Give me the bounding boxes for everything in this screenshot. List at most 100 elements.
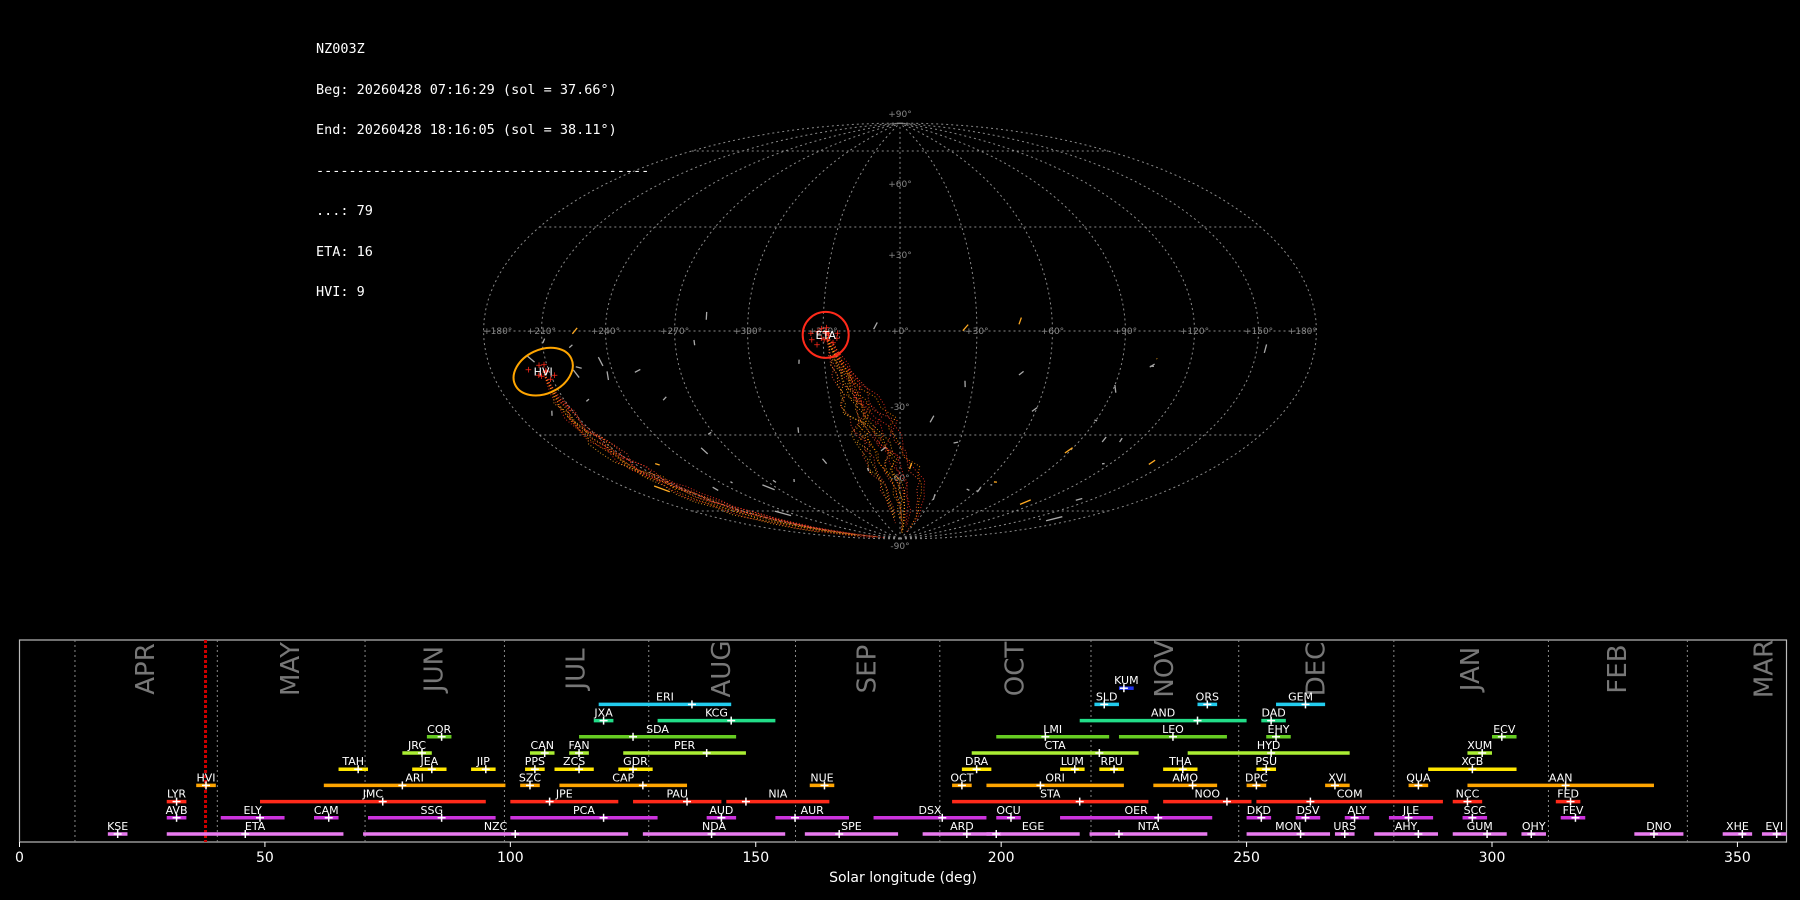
x-tick-label: 350 [1724,850,1751,866]
shower-label: GDR [623,755,648,768]
shower-label: KSE [107,820,128,833]
shower-label: DRA [965,755,989,768]
shower-label: GEM [1288,690,1313,703]
shower-label: XVI [1328,771,1346,784]
shower-label: PAU [666,788,688,801]
shower-label: SZC [519,771,542,784]
x-tick-label: 300 [1479,850,1506,866]
shower-label: AAN [1549,771,1573,784]
x-tick-label: 150 [742,850,769,866]
shower-label: AMO [1172,771,1198,784]
month-label: SEP [853,645,883,694]
shower-label: ARD [950,820,974,833]
shower-label: NDA [702,820,727,833]
shower-label: PPS [525,755,545,768]
shower-label: KUM [1114,674,1138,687]
shower-label: XCB [1461,755,1483,768]
shower-label: NOO [1195,788,1221,801]
shower-label: SSG [421,804,444,817]
shower-label: LMI [1043,723,1062,736]
shower-label: FEV [1563,804,1584,817]
shower-label: SDA [646,723,669,736]
shower-label: KCG [705,707,728,720]
shower-label: TAH [341,755,364,768]
shower-label: PER [674,739,696,752]
shower-label: DSX [918,804,941,817]
shower-label: EVI [1765,820,1783,833]
shower-label: OCT [950,771,973,784]
shower-label: EGE [1022,820,1044,833]
shower-label: FED [1557,788,1579,801]
month-label: JUN [420,646,450,694]
shower-label: LYR [167,788,186,801]
shower-label: JMC [362,788,384,801]
shower-label: XHE [1726,820,1749,833]
month-label: DEC [1301,642,1331,697]
shower-label: LEO [1162,723,1184,736]
x-tick-label: 250 [1233,850,1260,866]
shower-label: AUR [801,804,825,817]
shower-label: QUA [1406,771,1431,784]
shower-label: SCC [1464,804,1487,817]
shower-label: FAN [569,739,590,752]
shower-label: ARI [405,771,423,784]
shower-label: JPE [555,788,573,801]
shower-label: ZCS [563,755,585,768]
month-label: AUG [707,641,737,698]
shower-label: AVB [166,804,188,817]
shower-label: OER [1125,804,1149,817]
shower-label: PCA [573,804,595,817]
shower-label: AND [1151,707,1175,720]
shower-label: OHY [1522,820,1546,833]
shower-label: HYD [1257,739,1280,752]
month-label: APR [131,643,161,695]
shower-label: STA [1040,788,1061,801]
shower-label: AUD [709,804,733,817]
shower-label: NUE [810,771,833,784]
shower-label: JRC [407,739,426,752]
shower-label: COR [427,723,451,736]
shower-label: JIP [476,755,490,768]
x-tick-label: 0 [15,850,24,866]
x-tick-label: 50 [256,850,274,866]
shower-label: PSU [1255,755,1277,768]
shower-label: DAD [1261,707,1285,720]
shower-label: JLE [1402,804,1419,817]
shower-label: ERI [656,690,674,703]
shower-label: GUM [1467,820,1493,833]
shower-label: JXA [593,707,613,720]
shower-label: CAM [314,804,339,817]
month-label: OCT [1000,642,1030,697]
shower-label: COM [1337,788,1363,801]
shower-label: DSV [1296,804,1319,817]
shower-label: ETA [245,820,266,833]
shower-label: ORI [1045,771,1065,784]
shower-label: AHY [1395,820,1418,833]
shower-label: DNO [1646,820,1672,833]
month-label: NOV [1150,640,1180,697]
shower-label: CAP [612,771,634,784]
shower-label: ECV [1493,723,1516,736]
shower-label: EHY [1268,723,1290,736]
shower-label: CTA [1045,739,1067,752]
month-label: MAY [276,642,306,696]
shower-label: CAN [531,739,554,752]
shower-label: NTA [1138,820,1160,833]
month-label: MAR [1750,640,1780,698]
shower-label: NIA [768,788,787,801]
month-label: FEB [1603,644,1633,693]
x-tick-label: 200 [988,850,1015,866]
shower-label: OCU [996,804,1020,817]
shower-label: ALY [1348,804,1367,817]
shower-activity-chart: APR MAY JUN JUL AUG SEP OCT NOV DEC JAN FEB MAR KSE E… [15,639,1788,886]
x-tick-label: 100 [497,850,524,866]
shower-label: XUM [1467,739,1492,752]
shower-label: RPU [1100,755,1122,768]
shower-label: DPC [1245,771,1268,784]
shower-label: SLD [1096,690,1118,703]
shower-label: NZC [484,820,508,833]
month-label: JAN [1456,647,1486,693]
month-label: JUL [562,648,592,692]
shower-label: THA [1168,755,1192,768]
shower-label: MON [1275,820,1301,833]
